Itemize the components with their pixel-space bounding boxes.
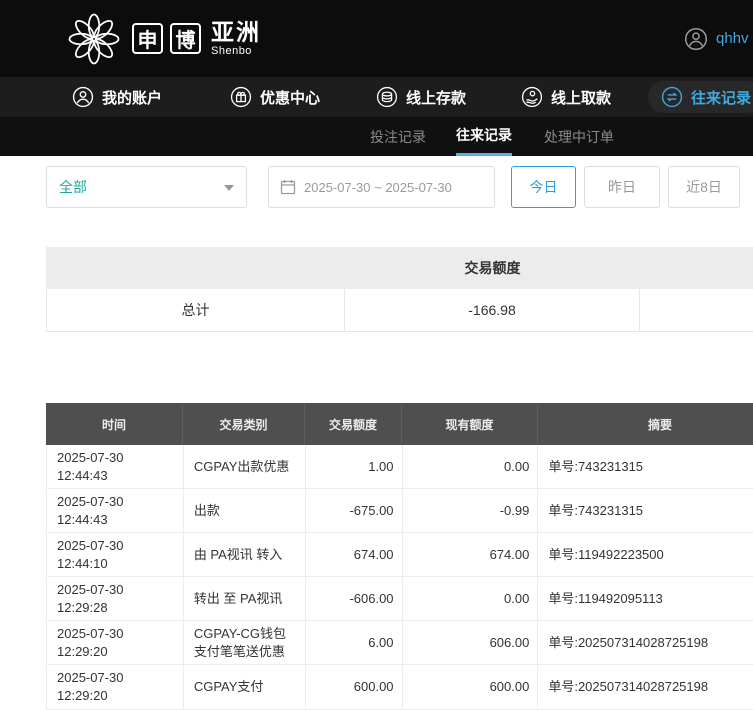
balance-cell: 606.00	[402, 621, 539, 666]
nav-item-label: 我的账户	[102, 89, 163, 107]
table-header-row: 时间 交易类别 交易额度 现有额度 摘要	[46, 403, 753, 445]
type-filter-select[interactable]: 全部	[46, 166, 247, 208]
time-cell: 2025-07-30 12:29:20	[47, 665, 184, 710]
time-cell: 2025-07-30 12:44:43	[47, 445, 184, 490]
type-cell: CGPAY出款优惠	[183, 445, 306, 490]
tab-label: 投注记录	[370, 128, 426, 145]
amount-cell: 600.00	[305, 665, 403, 710]
top-header: 申 博 亚洲 Shenbo qhhv	[0, 0, 753, 77]
nav-item-label: 优惠中心	[260, 89, 321, 107]
brand-char-bo: 博	[170, 23, 201, 54]
account-icon	[72, 86, 94, 108]
table-row: 2025-07-30 12:44:10 由 PA视讯 转入 674.00 674.00…	[46, 533, 753, 578]
time-cell: 2025-07-30 12:29:20	[47, 621, 184, 666]
summary-total-value: -166.98	[345, 289, 640, 332]
nav-item-deposit[interactable]: 线上存款	[376, 86, 466, 108]
balance-cell: -0.99	[402, 489, 539, 534]
summary-header-spacer	[46, 247, 345, 289]
summary-cell: 单号:119492095113	[538, 577, 753, 622]
balance-cell: 674.00	[402, 533, 539, 578]
column-header-balance: 现有额度	[402, 403, 538, 445]
summary-total-row: 总计 -166.98	[46, 289, 753, 332]
balance-cell: 0.00	[402, 577, 539, 622]
nav-item-withdraw[interactable]: 线上取款	[521, 86, 611, 108]
column-header-time: 时间	[46, 403, 183, 445]
column-header-summary: 摘要	[647, 417, 672, 432]
brand-char-shen: 申	[132, 23, 163, 54]
tab-label: 处理中订单	[544, 128, 614, 145]
summary-cell: 单号:202507314028725198	[538, 621, 753, 666]
column-header-type: 交易类别	[183, 403, 305, 445]
transactions-table: 时间 交易类别 交易额度 现有额度 摘要 2025-07-30 12:44:43…	[46, 403, 753, 710]
main-navigation: 我的账户 优惠中心 线上存款 线上取款 往来记录	[0, 77, 753, 117]
nav-item-promotions[interactable]: 优惠中心	[230, 86, 320, 108]
nav-item-label: 线上存款	[406, 89, 467, 107]
summary-empty-cell	[640, 289, 753, 332]
time-cell: 2025-07-30 12:44:43	[47, 489, 184, 534]
brand-subtitle: Shenbo	[211, 45, 252, 58]
lotus-flower-icon	[68, 13, 120, 64]
calendar-icon	[280, 180, 296, 195]
nav-item-transactions[interactable]: 往来记录	[648, 81, 753, 113]
records-icon	[661, 86, 683, 108]
nav-item-label: 线上取款	[551, 89, 612, 107]
brand-logo: 申 博 亚洲 Shenbo	[66, 0, 261, 77]
type-cell: 出款	[183, 489, 306, 534]
amount-cell: 674.00	[305, 533, 403, 578]
nav-item-label: 往来记录	[691, 89, 752, 107]
summary-header-spacer	[640, 247, 753, 289]
tab-processing-orders[interactable]: 处理中订单	[544, 117, 614, 156]
brand-region: 亚洲	[211, 18, 261, 45]
time-cell: 2025-07-30 12:29:28	[47, 577, 184, 622]
withdraw-icon	[521, 86, 543, 108]
balance-cell: 600.00	[402, 665, 539, 710]
summary-total-label: 总计	[46, 289, 345, 332]
yesterday-button[interactable]: 昨日	[584, 166, 660, 208]
summary-header-row: 交易额度	[46, 247, 753, 289]
date-range-value: 2025-07-30 ~ 2025-07-30	[304, 179, 452, 195]
user-avatar-icon	[684, 27, 708, 50]
today-button[interactable]: 今日	[511, 166, 576, 208]
table-row: 2025-07-30 12:29:20 CGPAY-CG钱包支付笔笔送优惠 6.00…	[46, 621, 753, 666]
gift-icon	[230, 86, 252, 108]
balance-cell: 0.00	[402, 445, 539, 490]
amount-cell: -675.00	[305, 489, 403, 534]
type-cell: 由 PA视讯 转入	[183, 533, 306, 578]
amount-cell: 1.00	[305, 445, 403, 490]
tab-label: 往来记录	[456, 127, 512, 143]
type-filter-value: 全部	[59, 179, 87, 195]
nav-item-my-account[interactable]: 我的账户	[72, 86, 162, 108]
summary-amount-header: 交易额度	[464, 260, 521, 276]
transactions-body: 2025-07-30 12:44:43 CGPAY出款优惠 1.00 0.00 单号:7…	[46, 445, 753, 710]
deposit-icon	[376, 86, 398, 108]
type-cell: 转出 至 PA视讯	[183, 577, 306, 622]
summary-cell: 单号:119492223500	[538, 533, 753, 578]
summary-cell: 单号:202507314028725198	[538, 665, 753, 710]
tab-betting-records[interactable]: 投注记录	[370, 117, 426, 156]
last-8-days-button[interactable]: 近8日	[668, 166, 740, 208]
record-tabs: 投注记录 往来记录 处理中订单	[0, 117, 753, 156]
table-row: 2025-07-30 12:44:43 出款 -675.00 -0.99 单号:7432…	[46, 489, 753, 534]
type-cell: CGPAY-CG钱包支付笔笔送优惠	[183, 621, 306, 666]
summary-cell: 单号:743231315	[538, 489, 753, 534]
summary-table: 交易额度 总计 -166.98	[46, 247, 753, 332]
user-account[interactable]: qhhv	[684, 0, 749, 77]
table-row: 2025-07-30 12:44:43 CGPAY出款优惠 1.00 0.00 单号:7…	[46, 445, 753, 490]
type-cell: CGPAY支付	[183, 665, 306, 710]
summary-cell: 单号:743231315	[538, 445, 753, 490]
chevron-down-icon	[224, 185, 234, 191]
time-cell: 2025-07-30 12:44:10	[47, 533, 184, 578]
username: qhhv	[716, 30, 749, 47]
amount-cell: 6.00	[305, 621, 403, 666]
table-row: 2025-07-30 12:29:28 转出 至 PA视讯 -606.00 0.00 单…	[46, 577, 753, 622]
tab-transaction-records[interactable]: 往来记录	[456, 117, 512, 156]
date-range-picker[interactable]: 2025-07-30 ~ 2025-07-30	[268, 166, 495, 208]
table-row: 2025-07-30 12:29:20 CGPAY支付 600.00 600.00 单号…	[46, 665, 753, 710]
column-header-amount: 交易额度	[305, 403, 402, 445]
amount-cell: -606.00	[305, 577, 403, 622]
